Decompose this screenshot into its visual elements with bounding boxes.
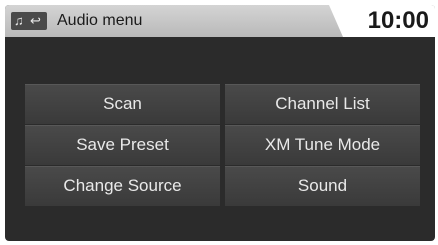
music-note-icon: ♫ — [14, 13, 24, 28]
scan-button[interactable]: Scan — [25, 84, 220, 124]
menu-grid: Scan Channel List Save Preset XM Tune Mo… — [25, 84, 420, 206]
header-bar: ♫ ↩ Audio menu 10:00 — [5, 5, 435, 37]
channel-list-button[interactable]: Channel List — [225, 84, 420, 124]
page-title: Audio menu — [57, 12, 143, 29]
clock-panel: 10:00 — [329, 5, 435, 37]
audio-menu-screen: ♫ ↩ Audio menu 10:00 Scan Channel List S… — [5, 5, 435, 241]
change-source-button[interactable]: Change Source — [25, 166, 220, 206]
back-arrow-icon: ↩ — [30, 13, 41, 28]
sound-button[interactable]: Sound — [225, 166, 420, 206]
save-preset-button[interactable]: Save Preset — [25, 125, 220, 165]
clock: 10:00 — [367, 7, 429, 34]
xm-tune-mode-button[interactable]: XM Tune Mode — [225, 125, 420, 165]
audio-source-indicator[interactable]: ♫ ↩ — [11, 12, 47, 30]
